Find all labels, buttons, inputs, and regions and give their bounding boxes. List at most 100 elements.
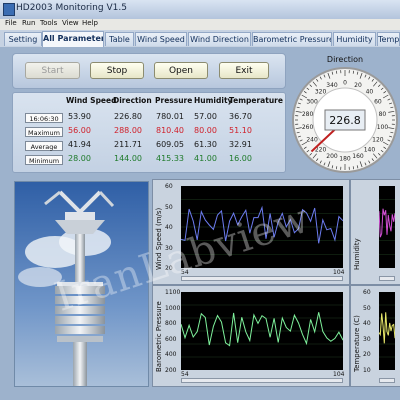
humidity-chart: Humidity xyxy=(350,179,400,285)
menu-view[interactable]: View xyxy=(62,19,79,27)
gauge-readout-value: 226.8 xyxy=(329,114,361,127)
chart-ytick-label: 800 xyxy=(165,320,177,328)
table-cell: 61.30 xyxy=(194,140,217,149)
tab-humidity[interactable]: Humidity xyxy=(333,32,376,46)
menu-help[interactable]: Help xyxy=(82,19,98,27)
row-label-current: 16:06:30 xyxy=(25,113,63,123)
table-row: 28.00 144.00 415.33 41.00 16.00 xyxy=(64,154,278,167)
table-cell: 144.00 xyxy=(114,154,142,163)
temperature-chart: Temperature (C) 60 50 40 30 20 10 xyxy=(350,285,400,387)
chart-scrollbar[interactable] xyxy=(181,378,343,383)
exit-button[interactable]: Exit xyxy=(219,62,269,79)
gauge-tick-label: 20 xyxy=(354,82,362,89)
row-label-minimum: Minimum xyxy=(25,155,63,165)
direction-gauge: Direction 0 20 40 60 80 100 120 140 160 180 200 220 2… xyxy=(290,52,400,178)
gauge-tick-label: 340 xyxy=(326,82,338,89)
table-cell: 51.10 xyxy=(229,126,252,135)
menu-file[interactable]: File xyxy=(5,19,17,27)
tab-wind-direction[interactable]: Wind Direction xyxy=(188,32,251,46)
gauge-tick-label: 40 xyxy=(366,88,374,95)
table-cell: 226.80 xyxy=(114,112,142,121)
open-button[interactable]: Open xyxy=(154,62,208,79)
gauge-tick-label: 320 xyxy=(315,88,327,95)
menu-bar: File Run Tools View Help xyxy=(0,19,400,30)
gauge-tick-label: 300 xyxy=(306,99,318,106)
chart-ytick-label: 600 xyxy=(165,335,177,343)
chart-ytick-label: 40 xyxy=(363,320,371,328)
stop-button[interactable]: Stop xyxy=(90,62,144,79)
chart-scrollbar[interactable] xyxy=(379,276,395,281)
table-cell: 288.00 xyxy=(114,126,142,135)
gauge-tick-label: 180 xyxy=(339,156,351,163)
start-button[interactable]: Start xyxy=(25,62,80,79)
table-cell: 80.00 xyxy=(194,126,217,135)
gauge-tick-label: 240 xyxy=(306,137,318,144)
chart-scrollbar[interactable] xyxy=(379,378,395,383)
table-cell: 36.70 xyxy=(229,112,252,121)
table-cell: 53.90 xyxy=(68,112,91,121)
chart-ytick-label: 1000 xyxy=(165,304,181,312)
row-label-average: Average xyxy=(25,141,63,151)
row-label-maximum: Maximum xyxy=(25,127,63,137)
gauge-tick-label: 160 xyxy=(352,153,364,160)
tab-all-parameters[interactable]: All Parameters xyxy=(42,31,104,47)
chart-ytick-label: 200 xyxy=(165,367,177,374)
tab-table[interactable]: Table xyxy=(105,32,134,46)
header-temperature: Temperature xyxy=(229,96,283,105)
gauge-tick-label: 120 xyxy=(372,137,384,144)
gauge-tick-label: 260 xyxy=(302,124,314,131)
tab-temperature[interactable]: Temp xyxy=(377,32,400,46)
gauge-tick-label: 60 xyxy=(374,99,382,106)
menu-tools[interactable]: Tools xyxy=(40,19,57,27)
chart-ytick-label: 60 xyxy=(165,183,173,190)
table-cell: 780.01 xyxy=(156,112,184,121)
chart-trace-svg xyxy=(378,199,396,255)
table-cell: 32.91 xyxy=(229,140,252,149)
chart-ytick-label: 1100 xyxy=(165,289,181,296)
chart-ytick-label: 20 xyxy=(363,351,371,359)
chart-ylabel: Barometric Pressure xyxy=(155,301,163,372)
chart-trace xyxy=(378,312,396,344)
table-row: 56.00 288.00 810.40 80.00 51.10 xyxy=(64,126,278,139)
table-row: 41.94 211.71 609.05 61.30 32.91 xyxy=(64,140,278,153)
chart-trace xyxy=(180,312,344,347)
chart-xtick-label: 54 xyxy=(181,371,189,378)
pressure-chart: Barometric Pressure 1100 1000 800 600 400 200 5… xyxy=(152,285,350,387)
table-cell: 16.00 xyxy=(229,154,252,163)
chart-scrollbar[interactable] xyxy=(181,276,343,281)
header-humidity: Humidity xyxy=(194,96,233,105)
tab-barometric-pressure[interactable]: Barometric Pressure xyxy=(252,32,332,46)
chart-plot-area xyxy=(378,292,396,370)
table-cell: 41.94 xyxy=(68,140,91,149)
chart-trace-svg xyxy=(378,304,396,358)
table-cell: 57.00 xyxy=(194,112,217,121)
menu-run[interactable]: Run xyxy=(22,19,35,27)
gauge-tick-label: 0 xyxy=(343,80,347,87)
table-cell: 41.00 xyxy=(194,154,217,163)
direction-gauge-dial: Direction0 204060801001201401601802002202… xyxy=(292,55,398,173)
table-cell: 609.05 xyxy=(156,140,184,149)
gauge-title: Direction xyxy=(327,55,363,64)
window-title: HD2003 Monitoring V1.5 xyxy=(16,3,127,13)
header-direction: Direction xyxy=(113,96,152,105)
chart-ytick-label: 10 xyxy=(363,367,371,374)
tab-setting[interactable]: Setting xyxy=(4,32,42,46)
gauge-tick-label: 140 xyxy=(364,147,376,154)
chart-ylabel: Humidity xyxy=(353,238,361,270)
table-cell: 56.00 xyxy=(68,126,91,135)
gauge-tick-label: 100 xyxy=(377,124,389,131)
tab-wind-speed[interactable]: Wind Speed xyxy=(135,32,187,46)
chart-ytick-label: 50 xyxy=(363,304,371,312)
chart-ytick-label: 40 xyxy=(165,224,173,231)
table-row: 53.90 226.80 780.01 57.00 36.70 xyxy=(64,112,278,125)
chart-xtick-label: 104 xyxy=(333,371,345,378)
header-wind-speed: Wind Speed xyxy=(66,96,117,105)
header-pressure: Pressure xyxy=(155,96,193,105)
chart-trace-svg xyxy=(180,304,344,358)
chart-trace xyxy=(378,208,396,238)
chart-ytick-label: 400 xyxy=(165,351,177,359)
tab-bar: Setting All Parameters Table Wind Speed … xyxy=(0,30,400,48)
gauge-tick-label: 200 xyxy=(326,153,338,160)
table-cell: 211.71 xyxy=(114,140,142,149)
chart-plot-area xyxy=(180,292,344,370)
